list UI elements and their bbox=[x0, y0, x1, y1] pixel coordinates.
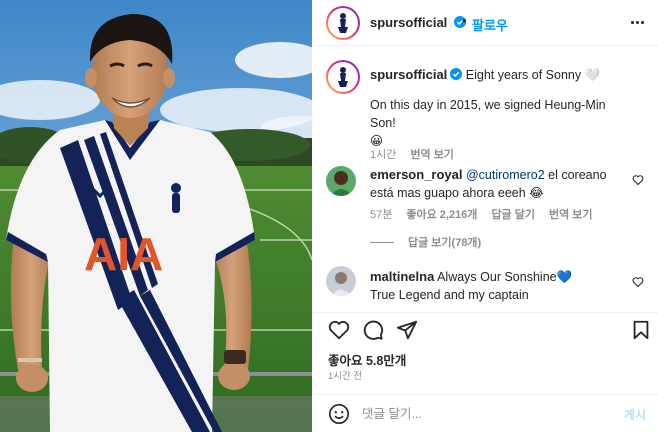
comment-input[interactable] bbox=[362, 404, 582, 424]
emoji-icon[interactable] bbox=[328, 403, 350, 425]
post-comment-button[interactable]: 게시 bbox=[624, 406, 646, 423]
comment-translate-link[interactable]: 번역 보기 bbox=[549, 206, 593, 222]
caption-line2: On this day in 2015, we signed Heung-Min… bbox=[370, 98, 606, 130]
comment-text: el coreano bbox=[544, 168, 607, 182]
post-likes-count[interactable]: 좋아요 5.8만개 bbox=[328, 350, 406, 369]
comment-reply-link[interactable]: 답글 달기 bbox=[491, 206, 535, 222]
comment-item: maltinelna Always Our Sonshine💙 True Leg… bbox=[326, 266, 648, 312]
more-options-icon[interactable] bbox=[626, 12, 648, 32]
caption-meta: 1시간 번역 보기 bbox=[370, 146, 454, 162]
comment-username[interactable]: emerson_royal bbox=[370, 167, 463, 182]
heart-icon[interactable] bbox=[328, 319, 350, 341]
caption-username[interactable]: spursofficial bbox=[370, 67, 447, 82]
comment-like-heart-icon[interactable] bbox=[632, 174, 644, 186]
account-avatar[interactable] bbox=[326, 6, 360, 40]
comment-time[interactable]: 57분 bbox=[370, 206, 392, 222]
post-details-panel: spursofficial • 팔로우 spursofficial Eight … bbox=[312, 0, 658, 432]
spurs-crest-icon bbox=[338, 13, 348, 33]
view-replies-toggle[interactable]: 답글 보기(78개) bbox=[370, 234, 481, 250]
post-image[interactable]: AIA bbox=[0, 0, 312, 432]
replies-divider-line bbox=[370, 241, 394, 243]
account-username-text[interactable]: spursofficial bbox=[370, 15, 447, 30]
caption-translate-link[interactable]: 번역 보기 bbox=[410, 146, 454, 162]
caption-avatar[interactable] bbox=[326, 60, 360, 94]
post-timestamp[interactable]: 1시간 전 bbox=[328, 368, 362, 382]
comment-item: emerson_royal @cutiromero2 el coreano es… bbox=[326, 166, 648, 266]
comment-mention-link[interactable]: @cutiromero2 bbox=[466, 168, 545, 182]
comment-icon[interactable] bbox=[362, 319, 384, 341]
comment-username[interactable]: maltinelna bbox=[370, 269, 434, 284]
caption-line1: Eight years of Sonny 🤍 bbox=[465, 68, 601, 82]
post-header: spursofficial • 팔로우 bbox=[312, 0, 658, 46]
comment-text: Always Our Sonshine💙 bbox=[437, 270, 573, 284]
caption: spursofficial Eight years of Sonny 🤍 On … bbox=[326, 60, 648, 161]
account-username[interactable]: spursofficial bbox=[370, 15, 466, 30]
verified-badge-icon bbox=[450, 68, 463, 80]
jersey-crest-icon bbox=[171, 183, 181, 213]
bookmark-icon[interactable] bbox=[630, 319, 652, 341]
comment-likes-count[interactable]: 좋아요 2,216개 bbox=[406, 206, 477, 222]
follow-button[interactable]: 팔로우 bbox=[472, 15, 508, 34]
separator-dot: • bbox=[462, 13, 467, 28]
view-replies-label[interactable]: 답글 보기(78개) bbox=[408, 234, 481, 250]
comment-text-line2: True Legend and my captain bbox=[370, 288, 529, 302]
share-icon[interactable] bbox=[396, 319, 418, 341]
caption-time[interactable]: 1시간 bbox=[370, 146, 396, 162]
commenter-avatar[interactable] bbox=[326, 266, 356, 296]
commenter-avatar[interactable] bbox=[326, 166, 356, 196]
post-action-bar bbox=[312, 312, 658, 342]
comment-like-heart-icon[interactable] bbox=[632, 276, 644, 288]
jersey-sponsor-text: AIA bbox=[84, 228, 163, 280]
emerson-avatar-image bbox=[326, 166, 356, 196]
comment-text-line2: está mas guapo ahora eeeh 😂 bbox=[370, 186, 544, 200]
spurs-crest-icon bbox=[338, 67, 348, 87]
comment-composer: 게시 bbox=[312, 394, 658, 432]
comment-meta: 57분 좋아요 2,216개 답글 달기 번역 보기 bbox=[370, 206, 593, 222]
maltinelna-avatar-image bbox=[326, 266, 356, 296]
comments-list: spursofficial Eight years of Sonny 🤍 On … bbox=[312, 46, 658, 312]
player-photo: AIA bbox=[0, 0, 312, 432]
